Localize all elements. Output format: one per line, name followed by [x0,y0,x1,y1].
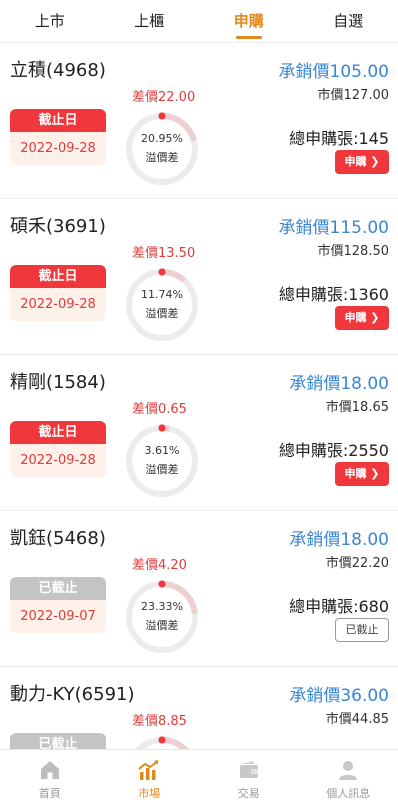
gauge-marker [158,736,165,743]
deadline-date: 2022-09-28 [10,132,106,165]
market-price: 市價127.00 [318,84,390,103]
premium-gauge [124,735,200,749]
deadline-badge: 已截止 [10,733,106,749]
deadline-status: 截止日 [10,109,106,132]
stock-name: 精剛(1584) [10,368,106,394]
deadline-badge: 已截止2022-09-07 [10,577,106,633]
gauge-marker [158,580,165,587]
wallet-icon [237,758,261,782]
nav-home[interactable]: 首頁 [0,750,100,804]
offer-price: 承銷價18.00 [289,369,389,394]
ipo-card[interactable]: 凱鈺(5468)承銷價18.00市價22.20差價4.20已截止2022-09-… [0,511,398,667]
deadline-status: 截止日 [10,421,106,444]
ipo-card[interactable]: 碩禾(3691) 承銷價115.00 市價128.50 差價13.50 截止日2022-… [0,199,398,355]
nav-home-label: 首頁 [0,785,100,801]
stock-name: 動力-KY(6591) [10,680,135,706]
deadline-status: 截止日 [10,265,106,288]
gauge-ring [124,735,200,749]
market-price: 市價128.50 [318,240,390,259]
premium-gauge: 3.61% 溢價差 [124,423,200,499]
premium-percent: 20.95% [124,132,200,145]
deadline-status: 已截止 [10,577,106,600]
nav-market[interactable]: 市場 [100,750,200,804]
price-spread: 差價13.50 [132,242,195,261]
apply-button-label: 申購 [344,155,366,168]
gauge-marker [158,424,165,431]
total-subscriptions: 總申購張:1360 [279,281,389,305]
chevron-right-icon: ❯ [366,155,379,168]
deadline-date: 2022-09-28 [10,288,106,321]
nav-trade[interactable]: 交易 [199,750,299,804]
market-price: 市價22.20 [326,552,389,571]
closed-button[interactable]: 已截止 [335,618,389,642]
premium-label: 溢價差 [124,617,200,633]
total-subscriptions: 總申購張:145 [289,125,389,149]
ipo-card[interactable]: 精剛(1584) 承銷價18.00 市價18.65 差價0.65 截止日2022-09-… [0,355,398,511]
tab-watchlist[interactable]: 自選 [299,0,398,42]
deadline-date: 2022-09-07 [10,600,106,633]
tab-subscription[interactable]: 申購 [199,0,299,42]
deadline-badge: 截止日2022-09-28 [10,109,106,165]
person-icon [336,758,360,782]
top-tab-bar: 上市 上櫃 申購 自選 [0,0,398,43]
premium-percent: 11.74% [124,288,200,301]
apply-button[interactable]: 申購 ❯ [335,462,389,486]
market-chart-icon [137,758,161,782]
price-spread: 差價4.20 [132,554,187,573]
subscription-list[interactable]: 立積(4968)承銷價105.00市價127.00差價22.00截止日2022-… [0,43,398,749]
tab-listed[interactable]: 上市 [0,0,100,42]
stock-name: 凱鈺(5468) [10,524,106,550]
apply-button-label: 申購 [344,311,366,324]
nav-trade-label: 交易 [199,785,299,801]
offer-price: 承銷價36.00 [289,681,389,706]
market-price: 市價44.85 [326,708,389,727]
premium-label: 溢價差 [124,461,200,477]
deadline-badge: 截止日2022-09-28 [10,265,106,321]
premium-percent: 3.61% [124,444,200,457]
gauge-marker [158,268,165,275]
price-spread: 差價8.85 [132,710,187,729]
premium-gauge: 23.33% 溢價差 [124,579,200,655]
premium-percent: 23.33% [124,600,200,613]
tab-otc[interactable]: 上櫃 [100,0,200,42]
chevron-right-icon: ❯ [366,467,379,480]
offer-price: 承銷價105.00 [279,57,389,82]
ipo-card[interactable]: 立積(4968) 承銷價105.00 市價127.00 差價22.00 截止日2022-… [0,43,398,199]
premium-label: 溢價差 [124,149,200,165]
total-subscriptions: 總申購張:2550 [279,437,389,461]
total-subscriptions: 總申購張:680 [289,593,389,617]
deadline-date: 2022-09-28 [10,444,106,477]
chevron-right-icon: ❯ [366,311,379,324]
apply-button[interactable]: 申購 ❯ [335,150,389,174]
stock-name: 立積(4968) [10,56,106,82]
price-spread: 差價22.00 [132,86,195,105]
apply-button-label: 申購 [344,467,366,480]
deadline-status: 已截止 [10,733,106,749]
market-price: 市價18.65 [326,396,389,415]
ipo-card[interactable]: 動力-KY(6591) 承銷價36.00 市價44.85 差價8.85 已截止 [0,667,398,749]
premium-label: 溢價差 [124,305,200,321]
nav-market-label: 市場 [100,785,200,801]
apply-button[interactable]: 申購 ❯ [335,306,389,330]
deadline-badge: 截止日2022-09-28 [10,421,106,477]
offer-price: 承銷價115.00 [279,213,389,238]
price-spread: 差價0.65 [132,398,187,417]
offer-price: 承銷價18.00 [289,525,389,550]
nav-profile-label: 個人訊息 [299,785,398,801]
premium-gauge: 20.95% 溢價差 [124,111,200,187]
nav-profile[interactable]: 個人訊息 [299,750,398,804]
home-icon [38,758,62,782]
premium-gauge: 11.74% 溢價差 [124,267,200,343]
gauge-marker [158,112,165,119]
stock-name: 碩禾(3691) [10,212,106,238]
bottom-nav-bar: 首頁 市場 交易 個人訊息 [0,749,398,804]
